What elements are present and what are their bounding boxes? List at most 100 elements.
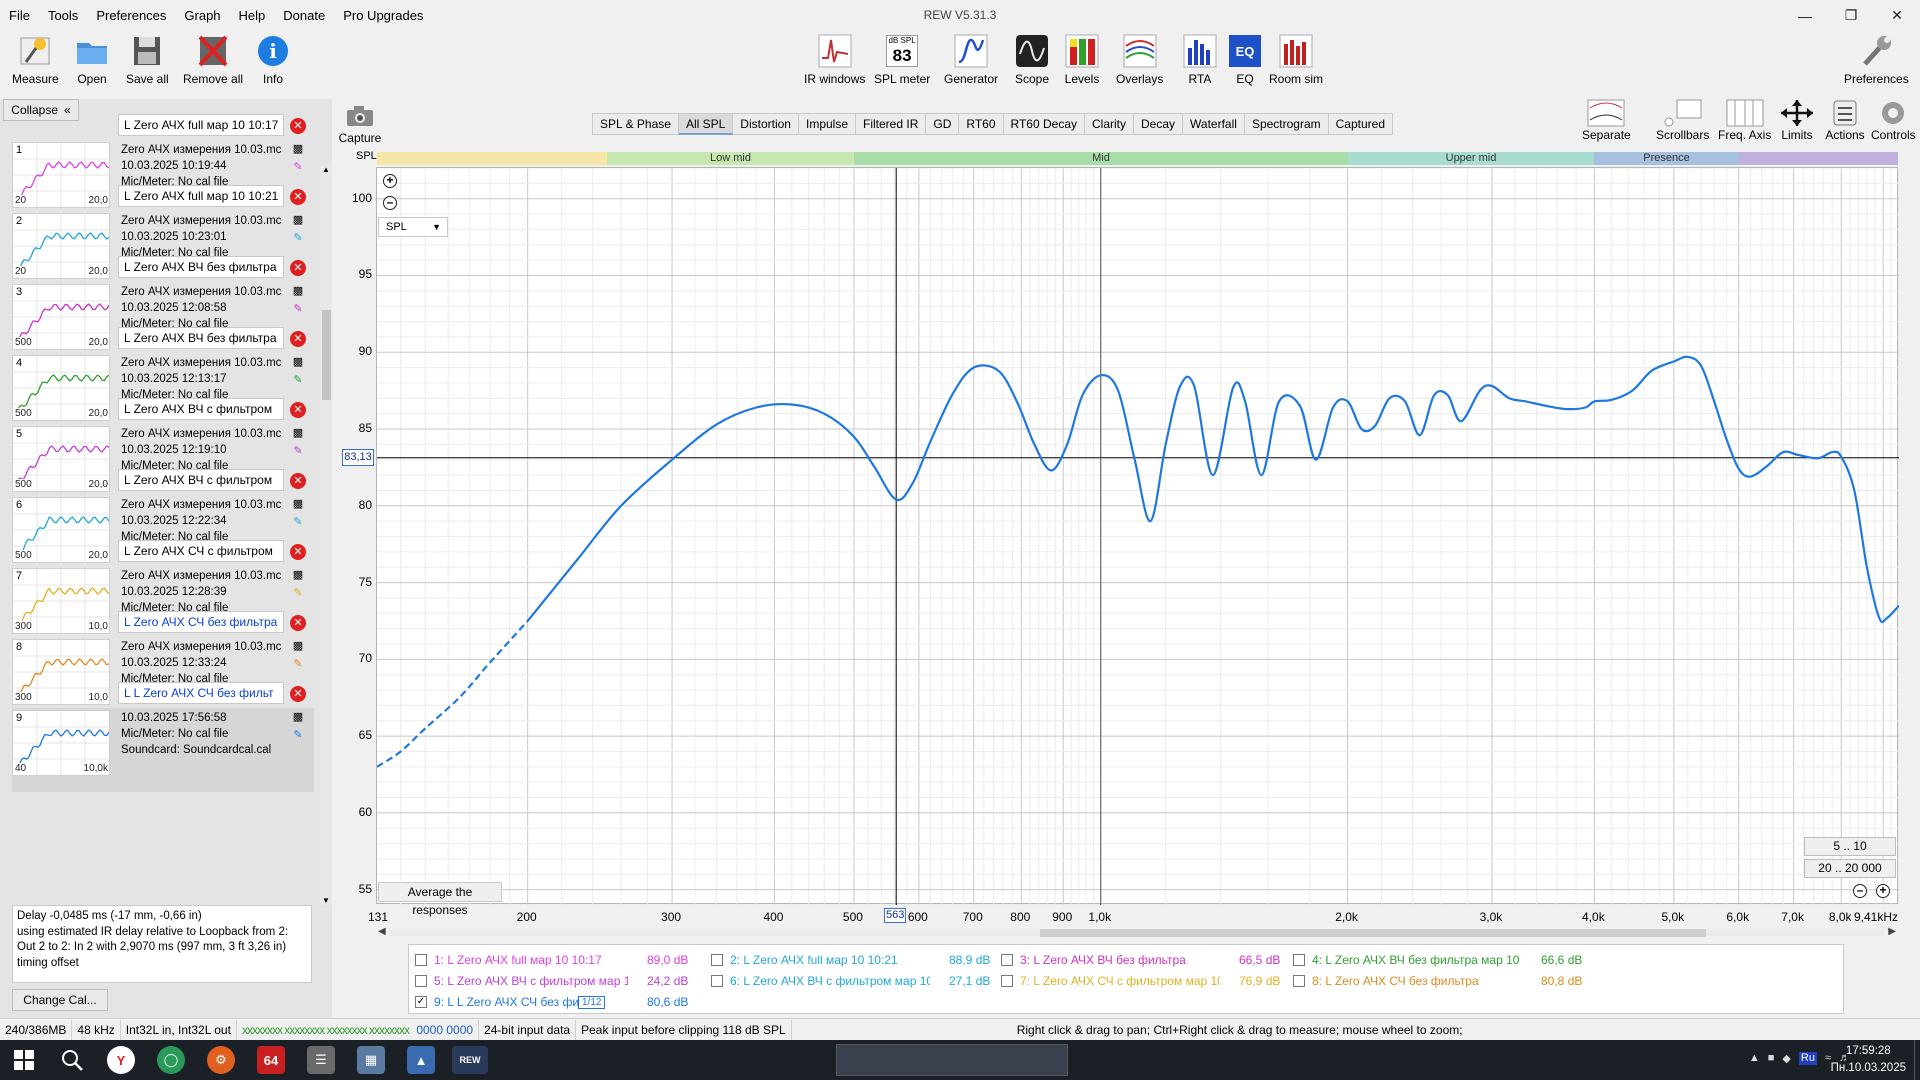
rew-taskbar-icon[interactable]: REW <box>452 1046 488 1074</box>
measurement-thumbnail[interactable]: 1 20 20,0 <box>12 142 110 208</box>
measurement-chart-icon[interactable]: ▩ <box>290 142 306 156</box>
limits-button[interactable]: Limits <box>1777 98 1817 142</box>
spl-meter-button[interactable]: dB SPL 83 SPL meter <box>874 33 930 86</box>
legend-item[interactable]: 5: L Zero АЧХ ВЧ с фильтром мар 10 1... … <box>415 972 688 990</box>
tab-waterfall[interactable]: Waterfall <box>1183 113 1245 135</box>
menu-preferences[interactable]: Preferences <box>87 0 175 31</box>
aida64-icon[interactable]: 64 <box>257 1046 285 1074</box>
taskbar-clock[interactable]: 17:59:28 Пн.10.03.2025 <box>1831 1043 1906 1077</box>
delete-measurement-icon[interactable]: ✕ <box>290 686 306 702</box>
windows-start-icon[interactable] <box>10 1046 38 1074</box>
measurement-item[interactable]: L L Zero АЧХ СЧ без фильт ✕ 9 40 10,0k 1… <box>12 682 314 792</box>
measurement-chart-icon[interactable]: ▩ <box>290 639 306 653</box>
measurement-name-field[interactable]: L Zero АЧХ ВЧ с фильтром <box>118 469 284 491</box>
measurement-name-field[interactable]: L Zero АЧХ full мар 10 10:21 <box>118 185 284 207</box>
minimize-button[interactable]: — <box>1782 0 1828 31</box>
tab-decay[interactable]: Decay <box>1134 113 1184 135</box>
measurement-thumbnail[interactable]: 7 300 10,0 <box>12 568 110 634</box>
tab-clarity[interactable]: Clarity <box>1085 113 1135 135</box>
tab-gd[interactable]: GD <box>926 113 960 135</box>
tab-all-spl[interactable]: All SPL <box>678 113 734 135</box>
overlays-button[interactable]: Overlays <box>1116 33 1163 86</box>
measurement-chart-icon[interactable]: ▩ <box>290 213 306 227</box>
h-scroll-thumb[interactable] <box>1040 929 1706 937</box>
measurements-scrollbar[interactable]: ▲ ▼ <box>320 165 332 905</box>
eq-button[interactable]: EQ EQ <box>1227 33 1263 86</box>
measurement-thumbnail[interactable]: 5 500 20,0 <box>12 426 110 492</box>
pen-icon[interactable]: ✎ <box>290 586 306 600</box>
measurement-thumbnail[interactable]: 3 500 20,0 <box>12 284 110 350</box>
generator-button[interactable]: Generator <box>944 33 998 86</box>
measurement-name-field[interactable]: L Zero АЧХ ВЧ с фильтром <box>118 398 284 420</box>
measurement-name-field[interactable]: L Zero АЧХ full мар 10 10:17 <box>118 114 284 136</box>
search-icon[interactable] <box>58 1046 86 1074</box>
pen-icon[interactable]: ✎ <box>290 160 306 174</box>
scrollbar-thumb[interactable] <box>322 310 331 400</box>
tab-rt60-decay[interactable]: RT60 Decay <box>1003 113 1085 135</box>
spl-plot-area[interactable] <box>376 167 1899 905</box>
levels-button[interactable]: Levels <box>1064 33 1100 86</box>
delete-measurement-icon[interactable]: ✕ <box>290 118 306 134</box>
tab-distortion[interactable]: Distortion <box>733 113 799 135</box>
save-all-button[interactable]: Save all <box>126 33 169 86</box>
legend-checkbox[interactable] <box>415 954 427 966</box>
preferences-button[interactable]: Preferences <box>1844 33 1909 86</box>
delete-measurement-icon[interactable]: ✕ <box>290 189 306 205</box>
close-window-button[interactable]: ✕ <box>1874 0 1920 31</box>
tab-filtered-ir[interactable]: Filtered IR <box>856 113 927 135</box>
pen-icon[interactable]: ✎ <box>290 728 306 742</box>
app-icon[interactable]: ▲ <box>407 1046 435 1074</box>
measurement-chart-icon[interactable]: ▩ <box>290 426 306 440</box>
tab-spl-phase[interactable]: SPL & Phase <box>592 113 679 135</box>
freq-axis-button[interactable]: Freq. Axis <box>1718 98 1771 142</box>
delete-measurement-icon[interactable]: ✕ <box>290 473 306 489</box>
legend-checkbox[interactable]: ✓ <box>415 996 427 1008</box>
info-button[interactable]: i Info <box>255 33 291 86</box>
legend-item[interactable]: 1: L Zero АЧХ full мар 10 10:17 89,0 dB <box>415 951 688 969</box>
legend-item[interactable]: 7: L Zero АЧХ СЧ с фильтром мар 10 1... … <box>1001 972 1280 990</box>
smoothing-badge[interactable]: 1/12 <box>578 995 606 1009</box>
delete-measurement-icon[interactable]: ✕ <box>290 331 306 347</box>
legend-item[interactable]: ✓ 9: L L Zero АЧХ СЧ без фильт 1/12 80,6… <box>415 993 688 1011</box>
file-explorer-icon[interactable]: ▦ <box>357 1046 385 1074</box>
room-sim-button[interactable]: Room sim <box>1269 33 1323 86</box>
menu-tools[interactable]: Tools <box>39 0 87 31</box>
yandex-browser-icon[interactable]: Y <box>107 1046 135 1074</box>
measure-button[interactable]: Measure <box>12 33 59 86</box>
average-responses-button[interactable]: Average the responses <box>378 882 502 917</box>
graph-h-scrollbar[interactable]: ◀ ▶ <box>376 926 1898 940</box>
measurement-name-field[interactable]: L L Zero АЧХ СЧ без фильт <box>118 682 284 704</box>
measurement-thumbnail[interactable]: 8 300 10,0 <box>12 639 110 705</box>
capture-button[interactable]: Capture <box>338 104 382 145</box>
pen-icon[interactable]: ✎ <box>290 373 306 387</box>
taskbar-window-previews[interactable] <box>836 1044 1068 1076</box>
measurement-chart-icon[interactable]: ▩ <box>290 710 306 724</box>
range-20-20000-button[interactable]: 20 .. 20 000 <box>1804 859 1896 878</box>
rta-button[interactable]: RTA <box>1182 33 1218 86</box>
tab-rt60[interactable]: RT60 <box>959 113 1004 135</box>
scope-button[interactable]: Scope <box>1014 33 1050 86</box>
delete-measurement-icon[interactable]: ✕ <box>290 544 306 560</box>
measurement-thumbnail[interactable]: 4 500 20,0 <box>12 355 110 421</box>
tab-impulse[interactable]: Impulse <box>798 113 857 135</box>
measurement-name-field[interactable]: L Zero АЧХ СЧ без фильтра <box>118 611 284 633</box>
separate-button[interactable]: Separate <box>1582 98 1631 142</box>
legend-item[interactable]: 4: L Zero АЧХ ВЧ без фильтра мар 10 ... … <box>1293 951 1582 969</box>
actions-button[interactable]: Actions <box>1825 98 1865 142</box>
legend-checkbox[interactable] <box>1001 975 1013 987</box>
legend-checkbox[interactable] <box>711 954 723 966</box>
menu-pro-upgrades[interactable]: Pro Upgrades <box>334 0 432 31</box>
legend-item[interactable]: 6: L Zero АЧХ ВЧ с фильтром мар 10 1... … <box>711 972 990 990</box>
range-5-10-button[interactable]: 5 .. 10 <box>1804 837 1896 856</box>
tab-captured[interactable]: Captured <box>1328 113 1394 135</box>
spl-select[interactable]: SPL ▼ <box>378 217 448 237</box>
collapse-button[interactable]: Collapse « <box>3 99 79 121</box>
zoom-out-icon[interactable]: – <box>383 196 397 210</box>
zoom-out-x-icon[interactable]: – <box>1853 884 1867 898</box>
legend-item[interactable]: 3: L Zero АЧХ ВЧ без фильтра 66,5 dB <box>1001 951 1280 969</box>
language-indicator[interactable]: Ru <box>1798 1052 1817 1065</box>
pen-icon[interactable]: ✎ <box>290 231 306 245</box>
menu-file[interactable]: File <box>0 0 39 31</box>
browser-icon[interactable]: ◯ <box>157 1046 185 1074</box>
measurement-thumbnail[interactable]: 2 20 20,0 <box>12 213 110 279</box>
